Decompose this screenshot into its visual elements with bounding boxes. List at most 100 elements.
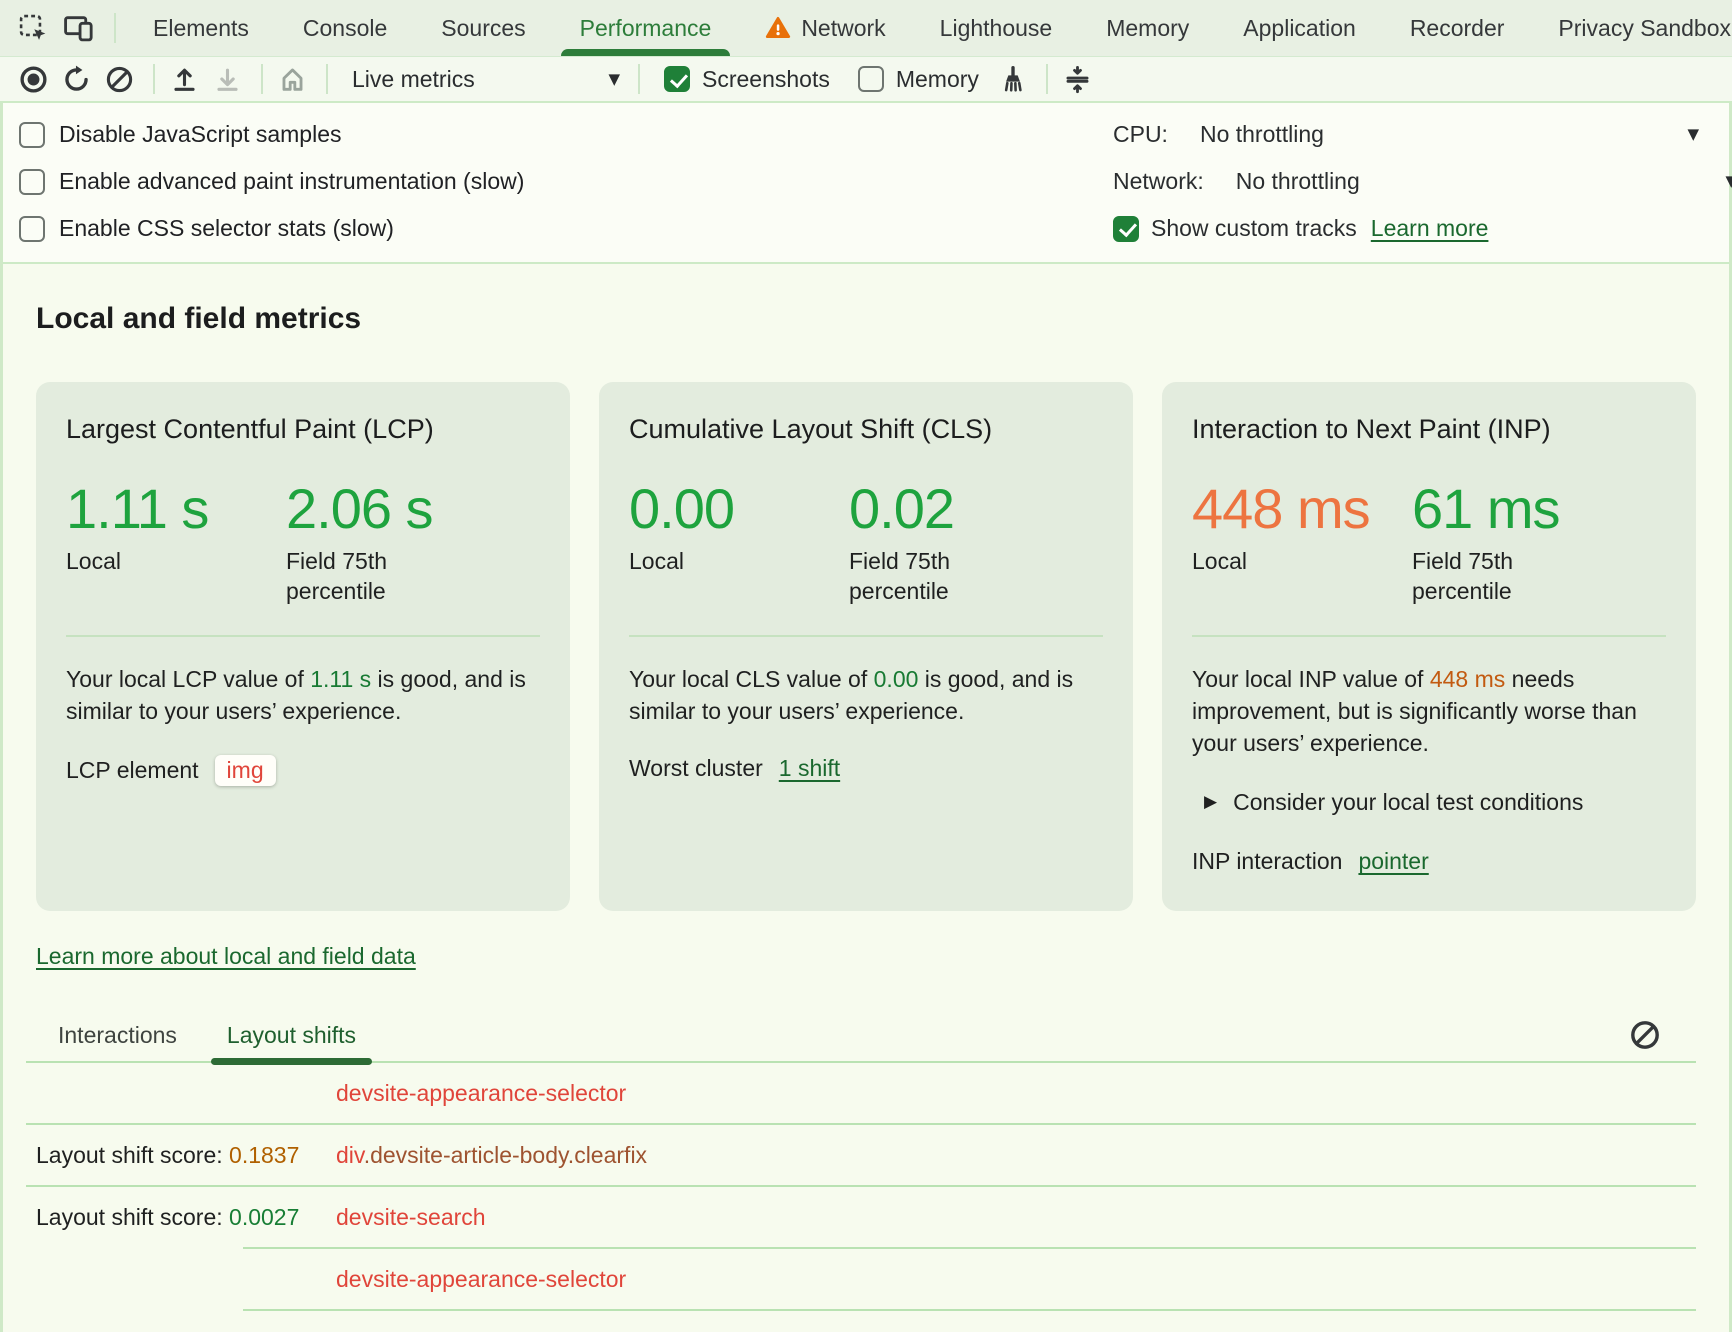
- home-button[interactable]: [273, 60, 312, 99]
- tab-recorder[interactable]: Recorder: [1383, 0, 1532, 56]
- broom-icon: [997, 64, 1028, 95]
- show-custom-tracks-row: Show custom tracks Learn more: [1113, 205, 1713, 252]
- upload-profile-button[interactable]: [165, 60, 204, 99]
- local-test-conditions-disclosure[interactable]: ▶ Consider your local test conditions: [1192, 789, 1666, 816]
- tab-label: Network: [801, 15, 885, 42]
- network-label: Network:: [1113, 168, 1204, 195]
- desc-text: Your local INP value of: [1192, 666, 1430, 692]
- network-throttling-select[interactable]: Network: No throttling ▼: [1113, 158, 1713, 205]
- worst-cluster-label: Worst cluster: [629, 755, 763, 782]
- local-field-metrics-heading: Local and field metrics: [36, 302, 1696, 336]
- device-toolbar-button[interactable]: [59, 9, 98, 48]
- tab-console[interactable]: Console: [276, 0, 414, 56]
- collapse-icon: [1062, 64, 1093, 95]
- cls-field-column: 0.02 Field 75th percentile: [849, 481, 1103, 607]
- advanced-paint-instrumentation-checkbox[interactable]: Enable advanced paint instrumentation (s…: [19, 158, 524, 205]
- warning-icon: [765, 15, 791, 41]
- css-selector-stats-checkbox[interactable]: Enable CSS selector stats (slow): [19, 205, 524, 252]
- collapse-sections-button[interactable]: [1058, 60, 1097, 99]
- inspect-element-button[interactable]: [14, 9, 53, 48]
- tab-memory[interactable]: Memory: [1079, 0, 1216, 56]
- shift-element-cell: div.devsite-article-body.clearfix: [336, 1142, 1696, 1169]
- inp-desc-value: 448 ms: [1430, 666, 1505, 692]
- clear-log-button[interactable]: [1624, 1014, 1666, 1056]
- tab-label: Lighthouse: [940, 15, 1053, 42]
- network-value: No throttling: [1236, 168, 1360, 195]
- disable-js-samples-checkbox[interactable]: Disable JavaScript samples: [19, 111, 524, 158]
- cpu-label: CPU:: [1113, 121, 1168, 148]
- shift-element-cell: devsite-appearance-selector: [336, 1266, 1696, 1293]
- element-node-link[interactable]: div.devsite-article-body.clearfix: [336, 1142, 647, 1168]
- inp-interaction-link[interactable]: pointer: [1358, 848, 1428, 875]
- tab-layout-shifts[interactable]: Layout shifts: [207, 1010, 376, 1061]
- record-button[interactable]: [14, 60, 53, 99]
- tab-label: Layout shifts: [227, 1022, 356, 1048]
- lcp-card-title: Largest Contentful Paint (LCP): [66, 414, 540, 445]
- inp-description: Your local INP value of 448 ms needs imp…: [1192, 663, 1666, 760]
- lcp-element-row: LCP element img: [66, 755, 540, 786]
- cls-card: Cumulative Layout Shift (CLS) 0.00 Local…: [599, 382, 1133, 911]
- toolbar-divider: [153, 64, 155, 94]
- tab-interactions[interactable]: Interactions: [38, 1010, 197, 1061]
- toolbar-divider: [114, 13, 116, 43]
- tab-elements[interactable]: Elements: [126, 0, 276, 56]
- element-node-link[interactable]: devsite-appearance-selector: [336, 1266, 626, 1292]
- block-icon: [1628, 1018, 1662, 1052]
- tab-performance[interactable]: Performance: [553, 0, 739, 56]
- inp-card: Interaction to Next Paint (INP) 448 ms L…: [1162, 382, 1696, 911]
- save-profile-button[interactable]: [208, 60, 247, 99]
- log-tabs: Interactions Layout shifts: [26, 1010, 1696, 1063]
- live-metrics-view: Local and field metrics Largest Contentf…: [3, 264, 1729, 1332]
- tab-label: Console: [303, 15, 387, 42]
- lcp-field-label: Field 75th percentile: [286, 547, 436, 607]
- lcp-local-value: 1.11 s: [66, 481, 286, 537]
- tab-application[interactable]: Application: [1216, 0, 1383, 56]
- checkbox-unchecked-icon: [19, 122, 45, 148]
- collect-garbage-button[interactable]: [993, 60, 1032, 99]
- view-mode-select[interactable]: Live metrics ▼: [338, 66, 628, 93]
- record-icon: [18, 64, 49, 95]
- layout-shift-row: Layout shift score: 0.0027 devsite-searc…: [36, 1187, 1696, 1247]
- shift-element-cell: devsite-language-selector: [336, 1328, 1696, 1332]
- shift-element-cell: devsite-appearance-selector: [336, 1080, 1696, 1107]
- reload-and-record-button[interactable]: [57, 60, 96, 99]
- dropdown-icon: ▼: [1725, 174, 1732, 189]
- custom-tracks-learn-more-link[interactable]: Learn more: [1371, 215, 1489, 242]
- checkbox-checked-icon: [1113, 216, 1139, 242]
- tab-lighthouse[interactable]: Lighthouse: [913, 0, 1080, 56]
- shift-element-cell: devsite-search: [336, 1204, 1696, 1231]
- checkbox-label: Show custom tracks: [1151, 215, 1357, 242]
- checkbox-unchecked-icon: [19, 216, 45, 242]
- lcp-local-label: Local: [66, 547, 216, 577]
- capture-settings-left: Disable JavaScript samples Enable advanc…: [19, 111, 524, 252]
- local-field-data-learn-more-link[interactable]: Learn more about local and field data: [36, 943, 416, 970]
- cls-card-title: Cumulative Layout Shift (CLS): [629, 414, 1103, 445]
- checkbox-unchecked-icon: [19, 169, 45, 195]
- tab-sources[interactable]: Sources: [414, 0, 552, 56]
- element-node-link[interactable]: devsite-language-selector: [336, 1328, 599, 1332]
- memory-checkbox[interactable]: Memory: [858, 66, 979, 93]
- cpu-throttling-select[interactable]: CPU: No throttling ▼: [1113, 111, 1713, 158]
- tab-network[interactable]: Network: [738, 0, 912, 56]
- element-node-link[interactable]: devsite-search: [336, 1204, 486, 1230]
- toolbar-divider: [638, 64, 640, 94]
- inspect-icon: [18, 13, 49, 44]
- tab-label: Recorder: [1410, 15, 1505, 42]
- shift-score-cell: Layout shift score: 0.1837: [36, 1142, 336, 1169]
- checkbox-label: Enable advanced paint instrumentation (s…: [59, 168, 524, 195]
- shift-score-cell: Layout shift score: 0.0027: [36, 1204, 336, 1231]
- screenshots-checkbox[interactable]: Screenshots: [664, 66, 830, 93]
- tab-privacy-sandbox[interactable]: Privacy Sandbox: [1531, 0, 1732, 56]
- live-metrics-log: Interactions Layout shifts devsite-appea…: [36, 1010, 1696, 1332]
- inp-local-value: 448 ms: [1192, 481, 1412, 537]
- inp-field-value: 61 ms: [1412, 481, 1666, 537]
- devtools-window: Elements Console Sources Performance Net…: [0, 0, 1732, 1332]
- element-node-link[interactable]: devsite-appearance-selector: [336, 1080, 626, 1106]
- inp-card-title: Interaction to Next Paint (INP): [1192, 414, 1666, 445]
- clear-button[interactable]: [100, 60, 139, 99]
- show-custom-tracks-checkbox[interactable]: Show custom tracks: [1113, 215, 1357, 242]
- lcp-element-node-link[interactable]: img: [215, 755, 276, 786]
- tab-label: Sources: [441, 15, 525, 42]
- worst-cluster-link[interactable]: 1 shift: [779, 755, 840, 782]
- lcp-field-value: 2.06 s: [286, 481, 540, 537]
